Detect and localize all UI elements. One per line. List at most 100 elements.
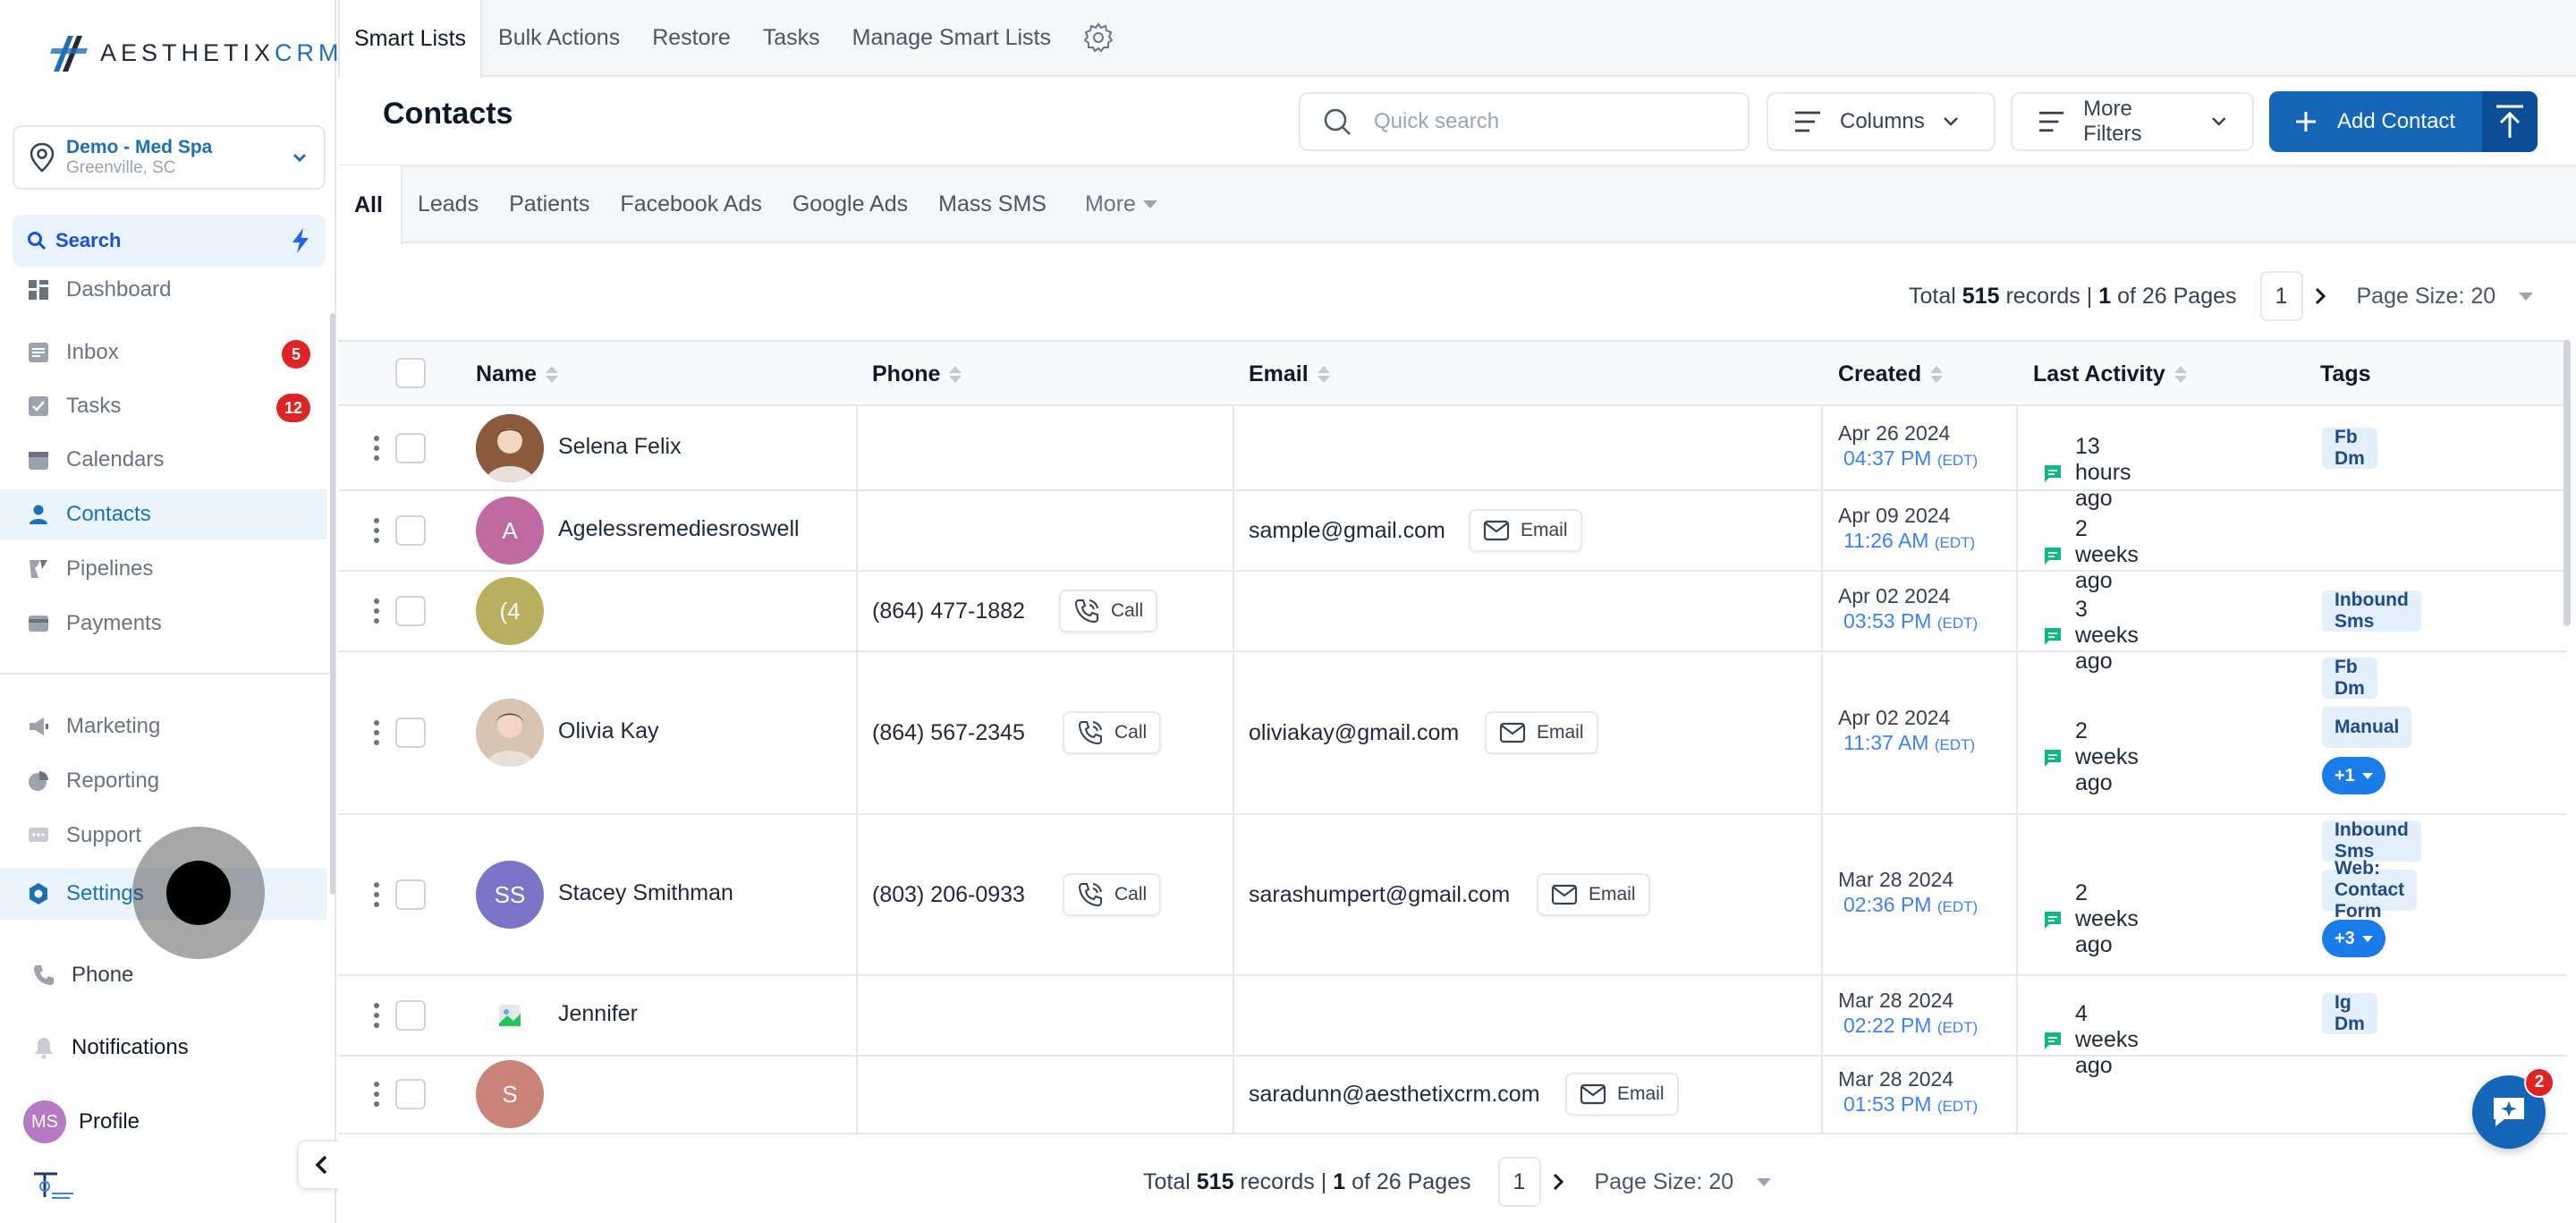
sidebar-item-tasks[interactable]: Tasks 12 — [0, 381, 326, 431]
contact-name[interactable]: Jennifer — [558, 1001, 638, 1027]
sidebar-item-inbox[interactable]: Inbox 5 — [0, 327, 326, 378]
quick-search[interactable] — [1299, 92, 1750, 151]
page-size-select[interactable]: Page Size: 20 — [1595, 1169, 1772, 1195]
call-button[interactable]: Call — [1063, 873, 1162, 916]
contact-name[interactable]: Selena Felix — [558, 434, 682, 460]
top-nav-manage-smart-lists[interactable]: Manage Smart Lists — [836, 0, 1067, 76]
last-activity-text: 2 weeks ago — [2075, 880, 2139, 957]
brand-logo[interactable]: AESTHETIXCRM — [50, 30, 343, 75]
tag-chip[interactable]: Web: Contact Form — [2322, 858, 2418, 921]
column-header-name[interactable]: Name — [476, 342, 559, 406]
avatar[interactable]: A — [476, 497, 544, 565]
message-icon — [2043, 748, 2063, 768]
sidebar-item-notifications[interactable]: Notifications — [0, 1023, 326, 1073]
sidebar-item-calendars[interactable]: Calendars — [0, 435, 326, 485]
import-button[interactable] — [2482, 91, 2538, 152]
table-scrollbar[interactable] — [2563, 340, 2571, 626]
created-date-line: Mar 28 2024 — [1838, 1067, 1954, 1091]
page-number-button[interactable]: 1 — [2259, 271, 2303, 321]
call-button[interactable]: Call — [1063, 711, 1162, 754]
tab-more[interactable]: More — [1062, 166, 1173, 242]
avatar[interactable]: S — [476, 1060, 544, 1128]
page-size-select[interactable]: Page Size: 20 — [2357, 284, 2534, 310]
column-divider — [2016, 975, 2018, 1056]
sidebar-scrollbar[interactable] — [330, 313, 335, 895]
tab-all[interactable]: All — [338, 166, 402, 244]
avatar[interactable] — [476, 699, 544, 767]
row-checkbox[interactable] — [395, 1000, 426, 1031]
email-button[interactable]: Email — [1565, 1073, 1679, 1116]
tag-chip[interactable]: Fb Dm — [2322, 657, 2377, 699]
row-checkbox[interactable] — [395, 718, 426, 748]
avatar[interactable]: (4 — [476, 577, 544, 645]
tag-chip[interactable]: Inbound Sms — [2322, 590, 2421, 632]
location-switcher[interactable]: Demo - Med Spa Greenville, SC — [13, 125, 326, 190]
row-checkbox[interactable] — [395, 879, 426, 910]
page-number-button[interactable]: 1 — [1497, 1157, 1541, 1207]
top-nav-tasks[interactable]: Tasks — [747, 0, 836, 76]
avatar[interactable]: SS — [476, 861, 544, 929]
add-contact-button[interactable]: Add Contact — [2269, 91, 2538, 152]
contact-name[interactable]: Agelessremediesroswell — [558, 516, 800, 542]
sidebar-item-pipelines[interactable]: Pipelines — [0, 544, 326, 594]
contact-name[interactable]: Stacey Smithman — [558, 880, 733, 906]
tag-chip[interactable]: Manual — [2322, 707, 2412, 748]
more-tags-button[interactable]: +3 — [2322, 920, 2385, 957]
chevron-right-icon[interactable] — [2312, 286, 2328, 306]
email-button[interactable]: Email — [1537, 873, 1650, 916]
tab-leads[interactable]: Leads — [402, 166, 494, 242]
drag-handle-icon[interactable] — [374, 720, 379, 745]
created-time: 03:53 PM — [1843, 608, 1932, 633]
select-all-checkbox[interactable] — [395, 358, 426, 388]
quick-search-input[interactable] — [1374, 109, 1714, 134]
call-button[interactable]: Call — [1059, 590, 1158, 633]
row-checkbox[interactable] — [395, 515, 426, 546]
pagination-bottom: Total 515 records | 1 of 26 Pages 1 Page… — [1143, 1157, 1772, 1207]
column-header-phone[interactable]: Phone — [872, 342, 962, 406]
top-nav-settings[interactable] — [1067, 0, 1130, 76]
sidebar-search[interactable]: Search — [13, 215, 326, 267]
sidebar-item-marketing[interactable]: Marketing — [0, 701, 326, 752]
timezone-label: (EDT) — [1936, 1097, 1979, 1115]
more-tags-button[interactable]: +1 — [2322, 757, 2385, 794]
sidebar-item-dashboard[interactable]: Dashboard — [0, 274, 326, 318]
sidebar-item-contacts[interactable]: Contacts — [0, 489, 326, 539]
sidebar-item-reporting[interactable]: Reporting — [0, 756, 326, 806]
drag-handle-icon[interactable] — [374, 1003, 379, 1028]
sidebar-item-profile[interactable]: MS Profile — [0, 1097, 326, 1147]
row-checkbox[interactable] — [395, 596, 426, 626]
chevron-right-icon[interactable] — [1550, 1172, 1566, 1192]
top-nav-bulk-actions[interactable]: Bulk Actions — [482, 0, 636, 76]
sidebar-item-payments[interactable]: Payments — [0, 599, 326, 649]
tag-chip[interactable]: Inbound Sms — [2322, 820, 2421, 862]
sidebar-item-phone[interactable]: Phone — [0, 950, 326, 1000]
drag-handle-icon[interactable] — [374, 599, 379, 624]
column-divider — [1821, 571, 1823, 651]
top-nav-smart-lists[interactable]: Smart Lists — [338, 0, 483, 78]
contact-name[interactable]: Olivia Kay — [558, 718, 659, 744]
column-header-last-activity[interactable]: Last Activity — [2033, 342, 2187, 406]
tag-chip[interactable]: Fb Dm — [2322, 427, 2377, 469]
more-filters-label: More Filters — [2083, 97, 2142, 146]
more-filters-button[interactable]: More Filters — [2011, 92, 2254, 151]
row-checkbox[interactable] — [395, 1079, 426, 1109]
tab-mass-sms[interactable]: Mass SMS — [923, 166, 1062, 242]
row-checkbox[interactable] — [395, 433, 426, 463]
avatar[interactable] — [476, 414, 544, 482]
column-header-created[interactable]: Created — [1838, 342, 1944, 406]
tab-google-ads[interactable]: Google Ads — [777, 166, 923, 242]
top-nav-restore[interactable]: Restore — [636, 0, 747, 76]
drag-handle-icon[interactable] — [374, 518, 379, 543]
column-header-email[interactable]: Email — [1249, 342, 1330, 406]
tab-patients[interactable]: Patients — [494, 166, 605, 242]
drag-handle-icon[interactable] — [374, 436, 379, 461]
columns-button[interactable]: Columns — [1767, 92, 1996, 151]
lightning-icon[interactable] — [290, 227, 311, 254]
avatar[interactable] — [476, 981, 544, 1049]
tag-chip[interactable]: Ig Dm — [2322, 992, 2377, 1034]
drag-handle-icon[interactable] — [374, 882, 379, 907]
email-button[interactable]: Email — [1485, 711, 1598, 754]
email-button[interactable]: Email — [1469, 509, 1582, 552]
tab-facebook-ads[interactable]: Facebook Ads — [605, 166, 776, 242]
drag-handle-icon[interactable] — [374, 1082, 379, 1107]
